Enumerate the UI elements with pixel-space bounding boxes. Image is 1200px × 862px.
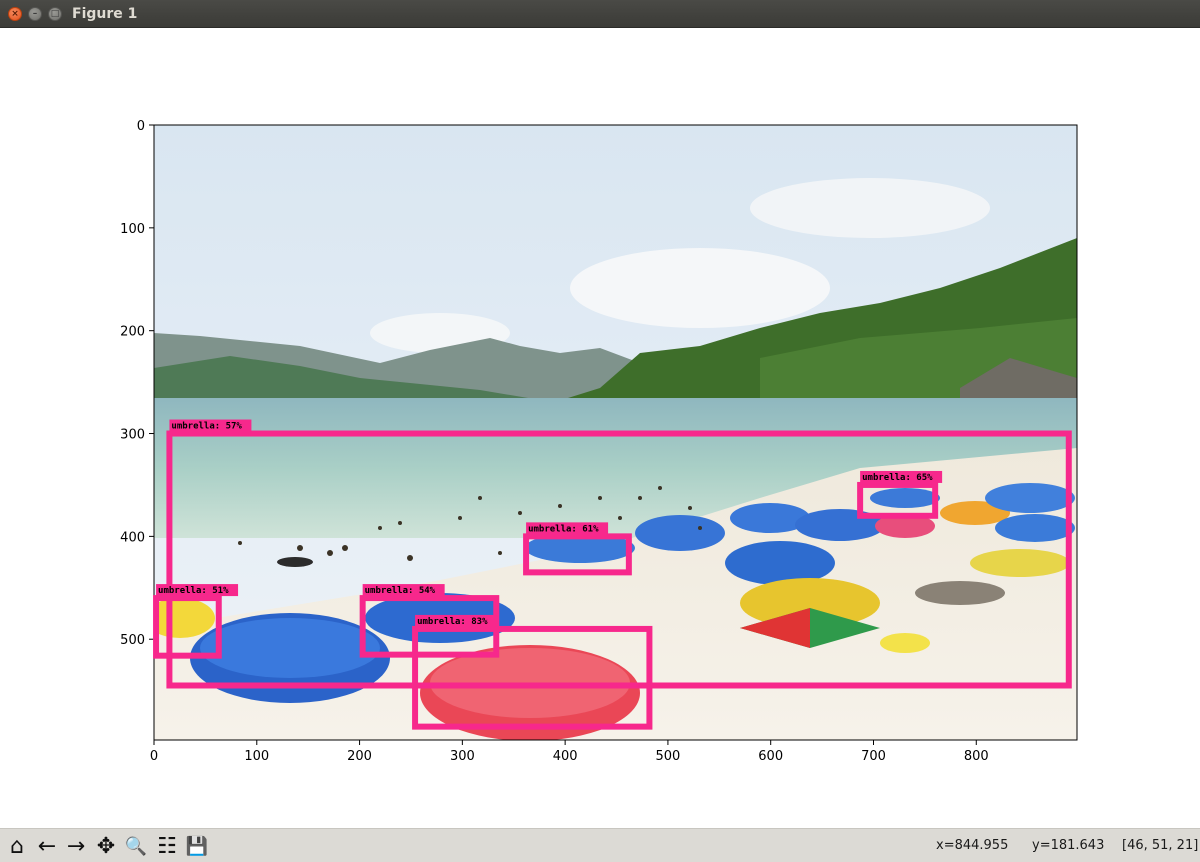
- x-tick-label: 500: [656, 749, 681, 764]
- x-tick-label: 300: [450, 749, 475, 764]
- y-tick-label: 500: [120, 633, 145, 648]
- y-tick-label: 400: [120, 530, 145, 545]
- status-y: y=181.643: [1032, 838, 1105, 853]
- status-rgb: [46, 51, 21]: [1122, 838, 1199, 853]
- maximize-window-button[interactable]: □: [48, 7, 62, 21]
- back-icon[interactable]: ←: [33, 832, 61, 860]
- close-window-button[interactable]: ×: [8, 7, 22, 21]
- x-tick-label: 800: [964, 749, 989, 764]
- detection-label: umbrella: 51%: [158, 586, 229, 596]
- status-x: x=844.955: [936, 838, 1009, 853]
- window-titlebar: × – □ Figure 1: [0, 0, 1200, 28]
- zoom-icon[interactable]: 🔍: [122, 832, 150, 860]
- x-tick-label: 100: [244, 749, 269, 764]
- detection-label: umbrella: 65%: [862, 473, 933, 483]
- detection-label: umbrella: 83%: [417, 617, 488, 627]
- x-tick-label: 400: [553, 749, 578, 764]
- y-tick-label: 0: [137, 119, 145, 134]
- x-tick-label: 200: [347, 749, 372, 764]
- x-tick-label: 0: [150, 749, 158, 764]
- forward-icon[interactable]: →: [62, 832, 90, 860]
- figure-canvas[interactable]: 0 100 200 300 400 500 600 700 800 0 100 200 300 400 50…: [0, 28, 1200, 828]
- plot-svg: 0 100 200 300 400 500 600 700 800 0 100 200 300 400 50…: [120, 119, 1078, 764]
- detection-label: umbrella: 61%: [528, 524, 599, 534]
- x-tick-label: 600: [758, 749, 783, 764]
- save-icon[interactable]: 💾: [183, 832, 211, 860]
- configure-subplots-icon[interactable]: ☷: [153, 832, 181, 860]
- y-tick-label: 200: [120, 325, 145, 340]
- pan-icon[interactable]: ✥: [92, 832, 120, 860]
- navigation-toolbar: ⌂ ← → ✥ 🔍 ☷ 💾 x=844.955 y=181.643 [46, 5…: [0, 828, 1200, 862]
- minimize-window-button[interactable]: –: [28, 7, 42, 21]
- x-tick-label: 700: [861, 749, 886, 764]
- detection-label: umbrella: 57%: [171, 422, 242, 432]
- detection-label: umbrella: 54%: [365, 586, 436, 596]
- home-icon[interactable]: ⌂: [3, 832, 31, 860]
- y-tick-label: 100: [120, 222, 145, 237]
- y-tick-label: 300: [120, 428, 145, 443]
- window-title: Figure 1: [72, 6, 138, 22]
